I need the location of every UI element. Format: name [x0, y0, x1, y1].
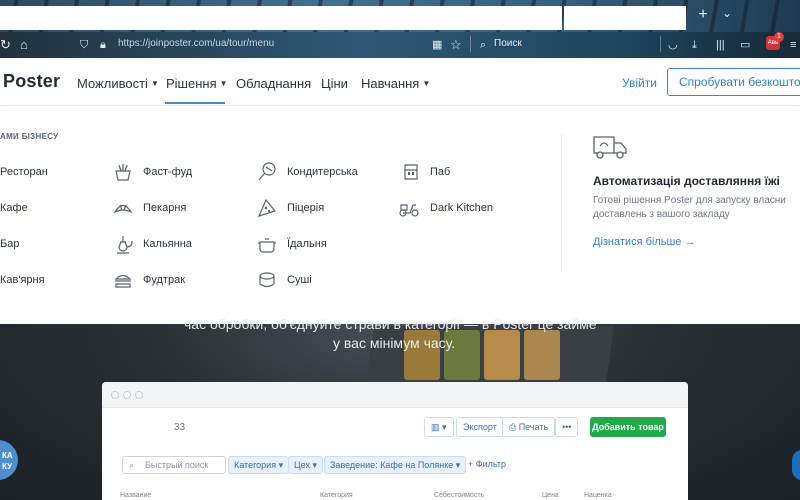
url-field[interactable]: https://joinposter.com/ua/tour/menu [118, 38, 274, 49]
biz-pub[interactable]: Паб [430, 166, 450, 178]
lollipop-icon [258, 162, 276, 181]
logo[interactable]: Poster [3, 71, 60, 92]
active-menu-underline [165, 102, 225, 104]
column-header-category[interactable]: Категория [320, 492, 353, 499]
app-window: 33 ▥ ▾ Экспорт ⎙ Печать ••• Добавить тов… [102, 382, 688, 500]
column-header-price[interactable]: Цена [542, 492, 559, 499]
library-icon[interactable]: ||| [716, 37, 725, 53]
food-photo [484, 330, 520, 380]
printer-icon: ⎙ [509, 422, 519, 432]
window-dot [111, 391, 119, 399]
beer-icon [404, 164, 418, 180]
browser-tab-active[interactable] [0, 6, 562, 30]
tab-list-chevron-icon[interactable]: ⌄ [722, 6, 732, 20]
columns-toggle-button[interactable]: ▥ ▾ [424, 417, 454, 437]
browser-tab[interactable] [564, 6, 686, 30]
dropdown-divider [561, 134, 562, 272]
new-tab-icon[interactable]: + [694, 6, 712, 24]
item-count: 33 [174, 422, 186, 433]
filter-workshop[interactable]: Цех ▾ [288, 456, 323, 474]
biz-restaurant[interactable]: Ресторан [0, 166, 48, 178]
promo-text: Готові рішення Poster для запуску власни… [593, 195, 786, 220]
hero-text-line1: час обробки, об'єднуйте страви в категор… [184, 316, 597, 332]
hero-text-line2: у вас мінімум часу. [333, 335, 456, 351]
biz-coffee[interactable]: Кав'ярня [0, 274, 45, 286]
chat-widget-button[interactable] [792, 450, 800, 480]
add-filter-button[interactable]: + Фильтр [468, 459, 506, 469]
columns-icon: ▥ ▾ [431, 422, 447, 432]
biz-dark-kitchen[interactable]: Dark Kitchen [430, 202, 493, 214]
downloads-icon[interactable]: ⤓ [692, 37, 697, 53]
site-header: Poster Можливості ▼ Рішення ▼ Обладнання Ц… [0, 58, 800, 106]
solutions-dropdown: АМИ БІЗНЕСУ Ресторан Кафе Бар Кав'ярня Ф… [0, 106, 800, 324]
biz-confectionery[interactable]: Кондитерська [287, 166, 358, 178]
pizza-icon [257, 198, 277, 217]
export-button[interactable]: Экспорт [456, 417, 504, 437]
menu-icon[interactable]: ≡ [790, 37, 796, 53]
browser-search-input[interactable]: Поиск [494, 38, 522, 49]
column-header-cost[interactable]: Себестоимость [434, 492, 484, 499]
try-free-button[interactable]: Спробувати безкоштовно [667, 68, 800, 96]
menu-solutions[interactable]: Рішення ▼ [166, 76, 228, 91]
home-icon[interactable]: ⌂ [20, 37, 28, 53]
print-button[interactable]: ⎙ Печать [502, 417, 556, 437]
biz-bakery[interactable]: Пекарня [143, 202, 186, 214]
column-header-markup[interactable]: Наценка [584, 492, 612, 499]
biz-foodtruck[interactable]: Фудтрак [143, 274, 185, 286]
shield-icon[interactable]: ⛉ [80, 37, 88, 53]
scooter-icon [399, 204, 419, 217]
reader-view-icon[interactable]: ▦ [432, 37, 442, 53]
more-button[interactable]: ••• [555, 417, 579, 437]
lock-icon[interactable]: 🔒︎ [100, 37, 106, 53]
burger-icon [114, 274, 132, 288]
food-photo [524, 330, 560, 380]
arrow-right-icon: → [684, 236, 696, 248]
croissant-icon [113, 204, 133, 214]
pocket-icon[interactable]: ◡ [668, 37, 678, 53]
login-link[interactable]: Увійти [622, 76, 657, 90]
menu-pricing[interactable]: Ціни [321, 76, 348, 91]
search-icon: ⌕ [129, 460, 135, 470]
window-dot [123, 391, 131, 399]
filter-category[interactable]: Категория ▾ [228, 456, 290, 474]
delivery-truck-icon [593, 136, 627, 159]
biz-cafe[interactable]: Кафе [0, 202, 28, 214]
sidebar-icon[interactable]: ▭ [740, 37, 750, 53]
biz-sushi[interactable]: Суші [287, 274, 312, 286]
menu-hardware[interactable]: Обладнання [236, 76, 311, 91]
pot-icon [258, 238, 276, 253]
section-title: АМИ БІЗНЕСУ [0, 132, 59, 141]
fastfood-icon [115, 164, 131, 181]
hookah-icon [117, 236, 133, 254]
browser-tab-strip: + ⌄ [0, 0, 800, 32]
biz-bar[interactable]: Бар [0, 238, 19, 250]
menu-education[interactable]: Навчання ▼ [361, 76, 430, 91]
search-icon: ⌕ [480, 39, 487, 51]
biz-canteen[interactable]: Їдальня [287, 238, 327, 250]
biz-pizzeria[interactable]: Піцерія [287, 202, 324, 214]
extension-badge: 1 [774, 32, 784, 42]
add-product-button[interactable]: Добавить товар [590, 417, 666, 437]
column-header-name[interactable]: Название [120, 492, 151, 499]
reload-icon[interactable]: ↻ [0, 37, 11, 53]
promo-title: Автоматизація доставляння їжі [593, 174, 780, 188]
filter-venue[interactable]: Заведение: Кафе на Полянке ▾ [324, 456, 467, 474]
bookmark-star-icon[interactable]: ☆ [450, 37, 462, 53]
learn-more-link[interactable]: Дізнатися більше → [593, 236, 695, 248]
sushi-icon [259, 272, 275, 288]
window-dot [135, 391, 143, 399]
biz-fastfood[interactable]: Фаст-фуд [143, 166, 192, 178]
quick-search-input[interactable]: ⌕ Быстрый поиск [122, 456, 226, 474]
window-titlebar [102, 382, 688, 408]
biz-hookah[interactable]: Кальянна [143, 238, 192, 250]
menu-features[interactable]: Можливості ▼ [77, 76, 159, 91]
